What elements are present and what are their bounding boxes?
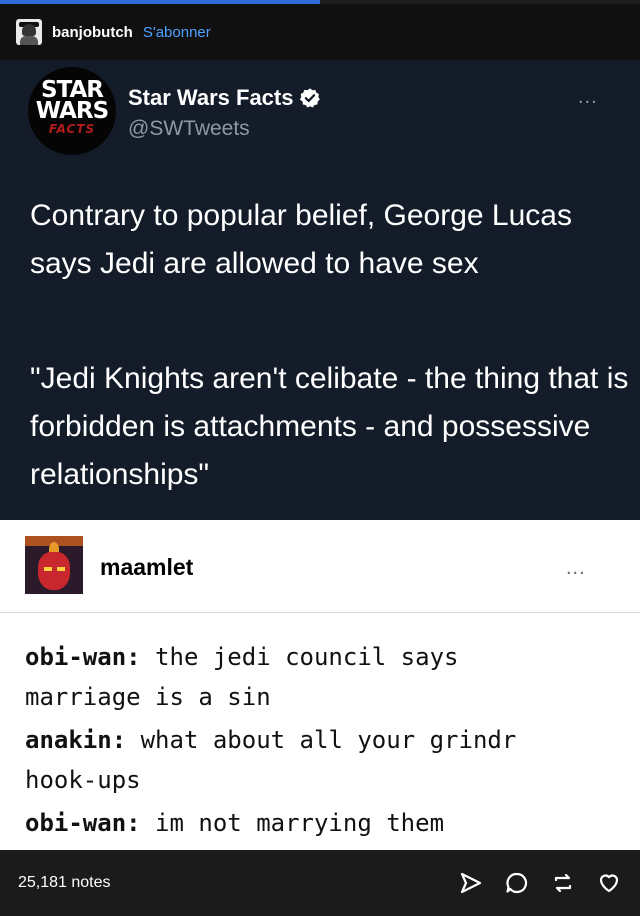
post-footer: 25,181 notes — [0, 850, 640, 916]
post-header: banjobutch S'abonner — [0, 4, 640, 60]
chat-text: marriage is a sin — [25, 683, 271, 711]
tweet-display-name: Star Wars Facts — [128, 85, 321, 111]
logo-line-wars: WARS — [35, 98, 109, 124]
tweet-handle: @SWTweets — [128, 117, 250, 140]
reblog-more-options-icon[interactable]: ... — [566, 557, 586, 580]
logo-line-facts: FACTS — [48, 122, 96, 136]
send-icon[interactable] — [458, 870, 484, 896]
chat-text: im not marrying them — [140, 809, 445, 837]
chat-line: obi-wan: im not marrying them — [25, 803, 625, 843]
author-avatar[interactable] — [16, 19, 42, 45]
chat-speaker: obi-wan: — [25, 643, 141, 671]
chat-line: obi-wan: the jedi council says — [25, 637, 625, 677]
author-username[interactable]: banjobutch — [52, 24, 133, 41]
like-icon[interactable] — [596, 870, 622, 896]
reply-icon[interactable] — [504, 870, 530, 896]
tweet-name-text: Star Wars Facts — [128, 85, 294, 110]
tweet-text-paragraph-1: Contrary to popular belief, George Lucas… — [30, 199, 572, 280]
reblogger-username[interactable]: maamlet — [100, 554, 193, 581]
follow-link[interactable]: S'abonner — [143, 24, 211, 41]
chat-line: hook-ups — [25, 760, 625, 800]
reblog-icon[interactable] — [550, 870, 576, 896]
chat-text: what about all your grindr — [126, 726, 517, 754]
notes-count[interactable]: 25,181 notes — [18, 874, 111, 892]
tweet-more-icon: ... — [578, 86, 598, 108]
chat-line: anakin: what about all your grindr — [25, 720, 625, 760]
reblog-divider — [0, 612, 640, 613]
chat-speaker: anakin: — [25, 726, 127, 754]
tweet-text-paragraph-2: "Jedi Knights aren't celibate - the thin… — [30, 362, 629, 491]
chat-line: marriage is a sin — [25, 677, 625, 717]
chat-text: hook-ups — [25, 766, 141, 794]
post-actions — [458, 870, 622, 896]
verified-badge-icon — [300, 88, 321, 108]
reblogger-avatar[interactable] — [25, 536, 83, 594]
star-wars-facts-logo: STAR WARS FACTS — [28, 67, 116, 155]
chat-speaker: obi-wan: — [25, 809, 141, 837]
chat-text: the jedi council says — [140, 643, 459, 671]
